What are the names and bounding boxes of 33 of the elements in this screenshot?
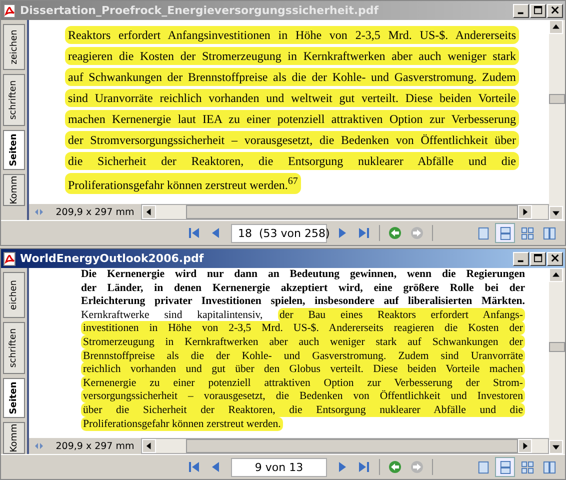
text-line: Kernenergie zu einer potenziell attraktiven Option zur Verbesserung der Strom-	[81, 376, 525, 390]
side-tab[interactable]: Komm	[3, 422, 25, 454]
text-line: Reaktors erfordert Anfangsinvestitionen in Höhe von 2-3,5 Mrd. US-$. Andererseits	[65, 26, 519, 44]
text-line: Brennstoffpreise als die der Kohle- und Gasverstromung. Zudem sind Uranvorräte	[81, 350, 525, 364]
text-line: der Länder, in denen Kernenergie akzeptiert wird, eine größere Rolle bei der	[81, 282, 525, 296]
side-tab[interactable]: Komm	[3, 174, 25, 206]
text-line: über die Sicherheit der Reaktoren, die Entsorgung nuklearer Abfälle und die	[81, 404, 525, 418]
page-size-label: 209,9 x 297 mm	[54, 440, 136, 452]
side-tab[interactable]: schriften	[3, 74, 25, 126]
text-line: sind Uranvorräte reichlich vorhanden und weltweit gut verteilt. Diese beiden Vorteile	[65, 89, 519, 107]
side-tab[interactable]: Seiten	[3, 130, 25, 170]
side-tab[interactable]: eichen	[3, 272, 25, 318]
side-tab[interactable]: Seiten	[3, 378, 25, 418]
text-line: investitionen in Höhe von 2-3,5 Mrd. US-$. Andererseits reagieren die Kosten der	[81, 322, 525, 336]
text-line: Proliferationsgefahr können zerstreut werden.	[81, 418, 284, 432]
text-line: Die Kernenergie wird nur dann an Bedeutung gewinnen, wenn die Regierungen	[81, 268, 525, 282]
text-line: machen Kernenergie laut IEA zu einer potenziell attraktiven Option zur Verbesserung	[65, 110, 519, 128]
text-line: Stromerzeugung in Kernkraftwerken aber auch weniger stark auf Schwankungen der	[81, 336, 525, 350]
window-title: WorldEnergyOutlook2006.pdf	[20, 252, 205, 265]
page-size-label: 209,9 x 297 mm	[54, 206, 136, 218]
text-line: Erleichterung privater Investitionen spielen, insbesondere auf liberalisierten Märkten.	[81, 295, 525, 309]
page-number-field[interactable]: 9 von 13	[231, 458, 327, 476]
text-line: reichlich vorhanden und gut über den Globus verteilt. Diese beiden Vorteile machen	[81, 363, 525, 377]
side-tab[interactable]: schriften	[3, 322, 25, 374]
window-title: Dissertation_Proefrock_Energieversorgungssicherheit.pdf	[20, 4, 380, 17]
page-number-field[interactable]: 18 (53 von 258)	[231, 224, 327, 242]
text-line: versorgungssicherheit – vorausgesetzt, die Bedenken von Öffentlichkeit und Investoren	[81, 390, 525, 404]
text-line: Kernkraftwerke sind kapitalintensiv, der Bau eines Reaktors erfordert Anfangs-	[81, 308, 525, 322]
text-line: auf Schwankungen der Brennstoffpreise als die der Kohle- und Gasverstromung. Zudem	[65, 68, 519, 86]
text-line: die Sicherheit der Reaktoren, die Entsorgung nuklearer Abfälle und die	[65, 152, 519, 170]
text-line: der Stromversorgungssicherheit – vorausgesetzt, die Bedenken von Öffentlichkeit über	[65, 131, 519, 149]
side-tab[interactable]: zeichen	[3, 24, 25, 70]
text-line: reagieren die Kosten der Stromerzeugung in Kernkraftwerken aber auch weniger stark	[65, 47, 519, 65]
